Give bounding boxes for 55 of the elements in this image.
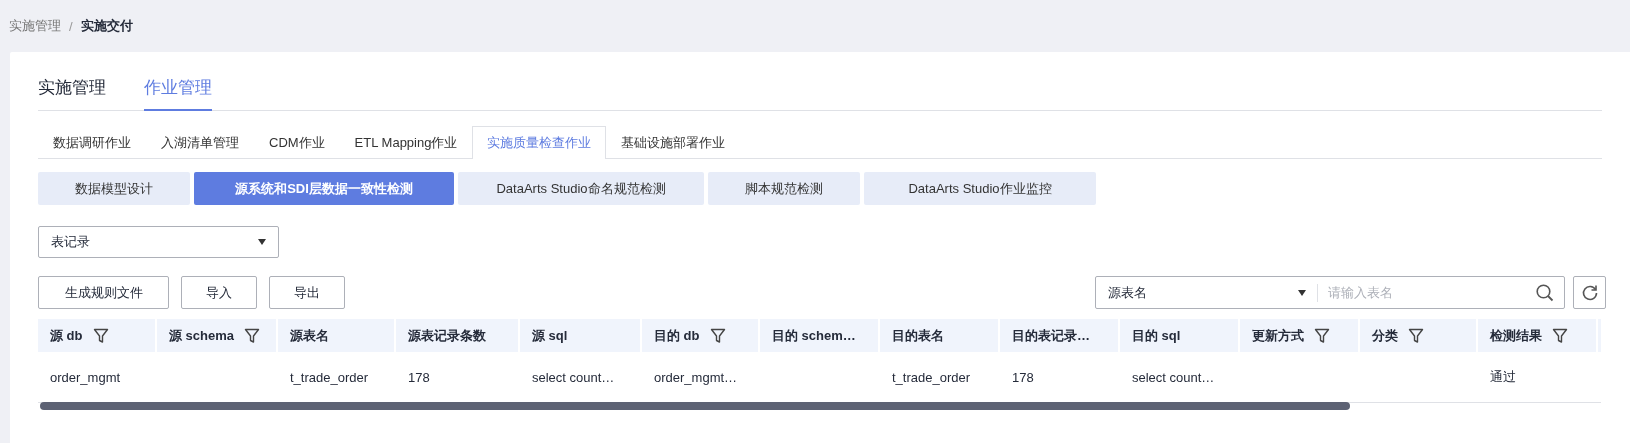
- tab[interactable]: 数据模型设计: [38, 172, 190, 205]
- refresh-button[interactable]: [1573, 276, 1606, 309]
- filter-icon[interactable]: [92, 327, 109, 344]
- column-header: 更新方式: [1252, 326, 1304, 345]
- tab[interactable]: DataArts Studio命名规范检测: [458, 172, 704, 205]
- tab[interactable]: CDM作业: [254, 126, 340, 158]
- search-field[interactable]: 源表名 请输入表名: [1095, 276, 1565, 309]
- column-header: 目的 schem…: [772, 326, 856, 345]
- tab[interactable]: 数据调研作业: [38, 126, 146, 158]
- column-header: 检测结果: [1490, 326, 1542, 345]
- column-header: 源表名: [290, 326, 329, 345]
- search-category-dropdown[interactable]: 源表名: [1108, 283, 1298, 302]
- filter-icon[interactable]: [709, 327, 726, 344]
- column-header: 源 sql: [532, 326, 568, 345]
- tab[interactable]: 入湖清单管理: [146, 126, 254, 158]
- tab[interactable]: 实施管理: [38, 78, 106, 111]
- filter-icon[interactable]: [1314, 327, 1330, 344]
- tab[interactable]: 源系统和SDI层数据一致性检测: [194, 172, 454, 205]
- table-cell: 178: [408, 369, 430, 385]
- breadcrumb-current: 实施交付: [80, 17, 133, 35]
- column-header: 源表记录条数: [408, 326, 486, 345]
- action-button[interactable]: 导出: [269, 276, 345, 309]
- search-icon[interactable]: [1536, 283, 1554, 302]
- tab[interactable]: 基础设施部署作业: [606, 126, 741, 158]
- tab[interactable]: ETL Mapping作业: [339, 126, 473, 158]
- column-header: 目的表记录…: [1012, 326, 1090, 345]
- column-header: 目的表名: [892, 326, 944, 345]
- column-header: 源 schema: [169, 326, 235, 345]
- breadcrumb-link[interactable]: 实施管理: [9, 17, 61, 35]
- table-cell: select count…: [532, 369, 615, 385]
- dropdown-caret-icon: [1298, 289, 1306, 296]
- table-cell: 178: [1012, 369, 1034, 385]
- column-header: 目的 sql: [1132, 326, 1181, 345]
- table-cell: select count…: [1132, 369, 1215, 385]
- tab[interactable]: 作业管理: [144, 78, 212, 111]
- table-cell: order_mgmt…: [654, 369, 738, 385]
- refresh-icon: [1580, 283, 1599, 302]
- filter-icon[interactable]: [1408, 327, 1424, 344]
- table-cell: t_trade_order: [290, 369, 369, 385]
- record-dropdown[interactable]: 表记录: [38, 226, 279, 258]
- column-header: 目的 db: [654, 326, 700, 345]
- table-cell: order_mgmt: [50, 369, 121, 385]
- action-button[interactable]: 生成规则文件: [38, 276, 169, 309]
- column-header: 源 db: [50, 326, 83, 345]
- table-cell: t_trade_order: [892, 369, 971, 385]
- table-cell: 通过: [1490, 368, 1516, 386]
- filter-icon[interactable]: [244, 327, 261, 344]
- action-button[interactable]: 导入: [181, 276, 257, 309]
- tab[interactable]: DataArts Studio作业监控: [864, 172, 1096, 205]
- tab[interactable]: 脚本规范检测: [708, 172, 860, 205]
- column-header: 分类: [1372, 326, 1398, 345]
- filter-icon[interactable]: [1552, 327, 1568, 344]
- tab[interactable]: 实施质量检查作业: [472, 126, 607, 159]
- breadcrumb-separator: /: [69, 18, 73, 34]
- dropdown-caret-icon: [258, 239, 266, 245]
